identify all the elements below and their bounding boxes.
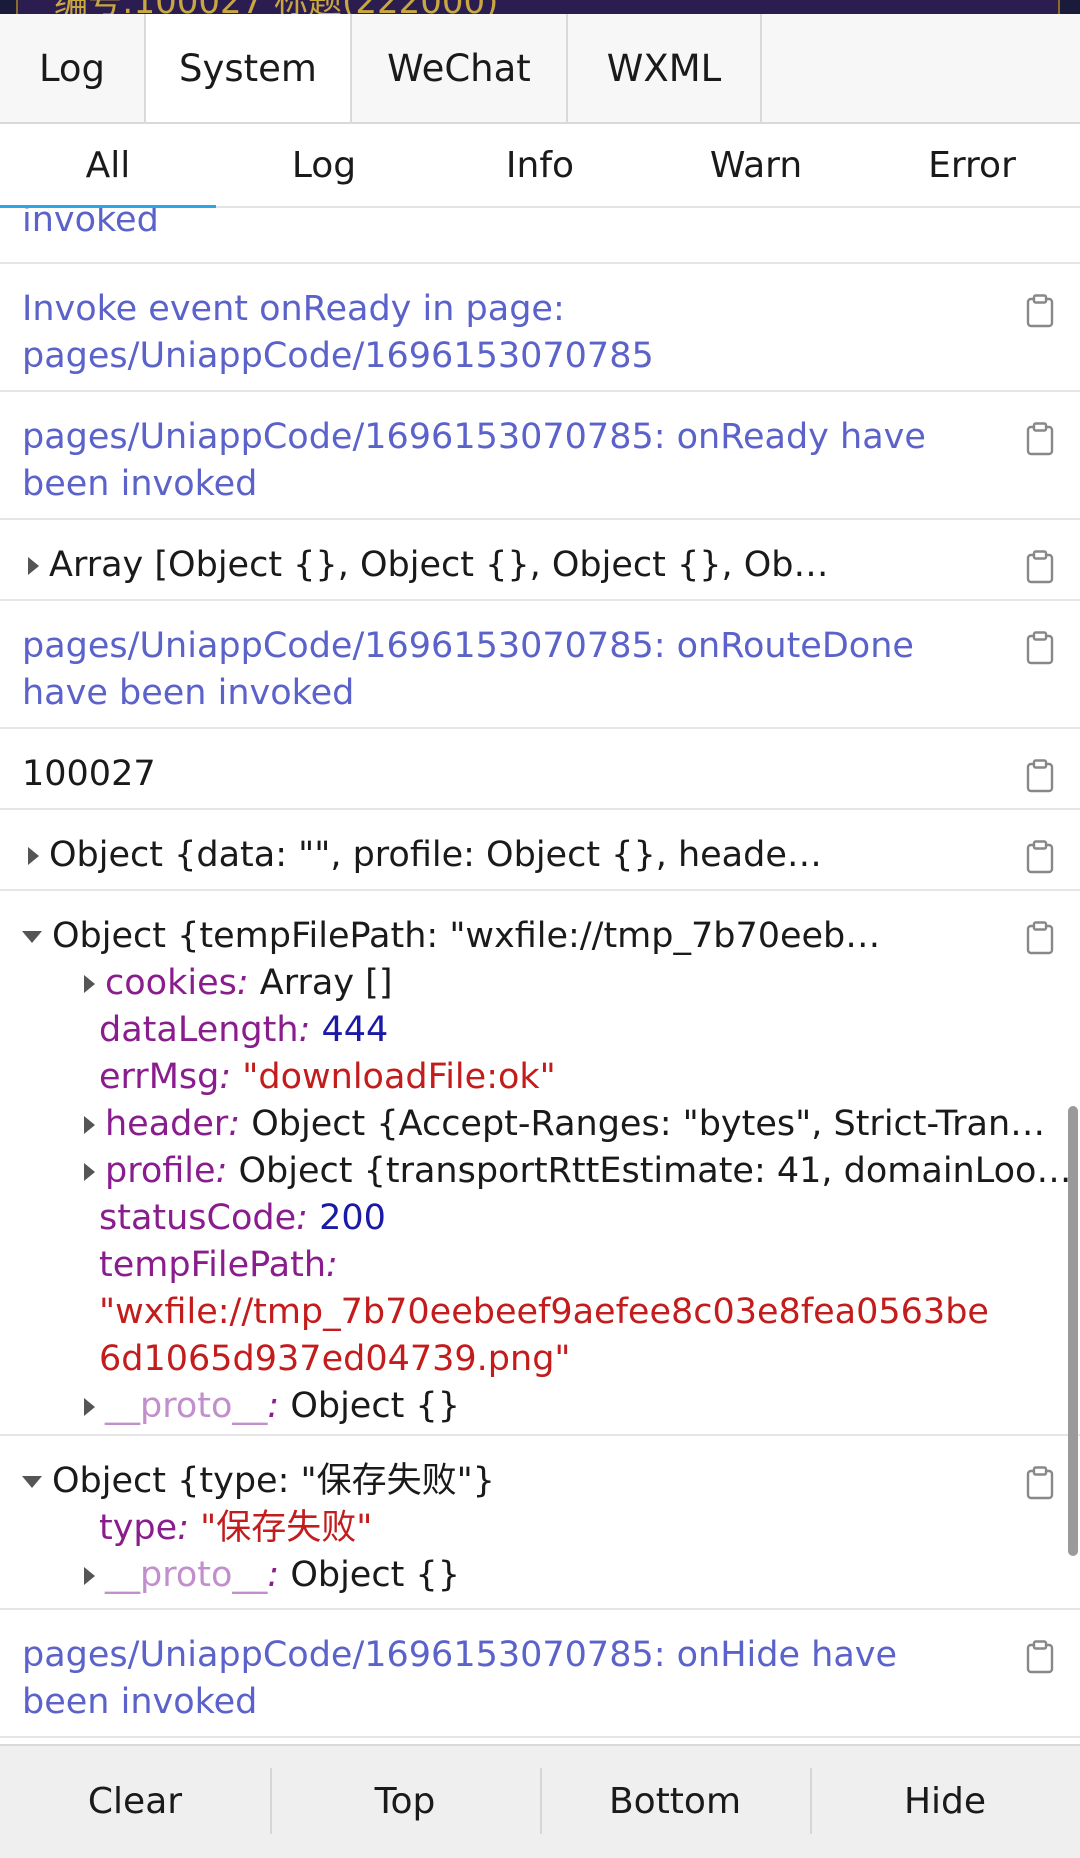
clipboard-icon[interactable] <box>1026 921 1054 955</box>
prop-row[interactable]: cookies: Array [] <box>22 960 990 1007</box>
clipboard-icon[interactable] <box>1026 759 1054 793</box>
page-header-strip: 编号:100027 标题(222000) <box>0 0 1080 14</box>
caret-down-icon[interactable] <box>22 931 42 943</box>
log-text: 100027 <box>22 754 156 794</box>
tab-wxml[interactable]: WXML <box>568 14 762 122</box>
header-strip-text: 编号:100027 标题(222000) <box>54 0 498 14</box>
caret-right-icon[interactable] <box>84 1116 95 1134</box>
log-entry: 100027 <box>0 729 1080 810</box>
log-entry: Array [Object {}, Object {}, Object {}, … <box>0 520 1080 601</box>
object-summary[interactable]: Object {tempFilePath: "wxfile://tmp_7b70… <box>22 913 990 960</box>
log-scrollbar[interactable] <box>1068 1106 1078 1556</box>
log-text: Object {data: "", profile: Object {}, he… <box>22 832 990 879</box>
log-text: pages/UniappCode/1696153070785: onHide h… <box>22 1635 898 1722</box>
caret-right-icon[interactable] <box>28 847 39 865</box>
filter-log[interactable]: Log <box>216 124 432 206</box>
tab-wechat[interactable]: WeChat <box>352 14 568 122</box>
bottom-toolbar: Clear Top Bottom Hide <box>0 1744 1080 1858</box>
tab-log[interactable]: Log <box>0 14 146 122</box>
log-text: pages/UniappCode/1696153070785: onRouteD… <box>22 626 914 713</box>
filter-info[interactable]: Info <box>432 124 648 206</box>
log-entry: Invoke event onReady in page: pages/Unia… <box>0 264 1080 392</box>
log-entry: invoked <box>0 208 1080 264</box>
log-text: invoked <box>22 208 159 240</box>
prop-row[interactable]: profile: Object {transportRttEstimate: 4… <box>22 1148 1071 1195</box>
log-entry: pages/UniappCode/1696153070785: onHide h… <box>0 1610 1080 1738</box>
log-text: Invoke event onReady in page: pages/Unia… <box>22 289 654 376</box>
log-entry-expanded: Object {type: "保存失败"} type: "保存失败" __pro… <box>0 1436 1080 1610</box>
caret-right-icon[interactable] <box>84 975 95 993</box>
filter-error[interactable]: Error <box>864 124 1080 206</box>
prop-row: errMsg: "downloadFile:ok" <box>99 1057 556 1097</box>
prop-row: type: "保存失败" <box>99 1508 373 1548</box>
caret-right-icon[interactable] <box>84 1163 95 1181</box>
clipboard-icon[interactable] <box>1026 422 1054 456</box>
log-text: Array [Object {}, Object {}, Object {}, … <box>22 542 990 589</box>
prop-row: dataLength: 444 <box>99 1010 389 1050</box>
prop-row[interactable]: __proto__: Object {} <box>22 1383 990 1430</box>
log-list[interactable]: invoked Invoke event onReady in page: pa… <box>0 208 1080 1744</box>
caret-right-icon[interactable] <box>84 1398 95 1416</box>
clipboard-icon[interactable] <box>1026 550 1054 584</box>
scroll-bottom-button[interactable]: Bottom <box>540 1746 810 1856</box>
caret-right-icon[interactable] <box>28 557 39 575</box>
temp-file-path-value: "wxfile://tmp_7b70eebeef9aefee8c03e8fea0… <box>99 1292 989 1379</box>
log-level-filters: All Log Info Warn Error <box>0 124 1080 208</box>
clipboard-icon[interactable] <box>1026 840 1054 874</box>
prop-row: statusCode: 200 <box>99 1198 386 1238</box>
tab-system[interactable]: System <box>146 14 352 122</box>
prop-row[interactable]: header: Object {Accept-Ranges: "bytes", … <box>22 1101 1045 1148</box>
prop-row: tempFilePath: <box>99 1245 338 1285</box>
log-entry: pages/UniappCode/1696153070785: onRouteD… <box>0 601 1080 729</box>
filter-warn[interactable]: Warn <box>648 124 864 206</box>
prop-row[interactable]: __proto__: Object {} <box>22 1552 990 1599</box>
log-entry: pages/UniappCode/1696153070785: onReady … <box>0 392 1080 520</box>
scroll-top-button[interactable]: Top <box>270 1746 540 1856</box>
filter-all[interactable]: All <box>0 124 216 208</box>
log-entry: Object {data: "", profile: Object {}, he… <box>0 810 1080 891</box>
clipboard-icon[interactable] <box>1026 1466 1054 1500</box>
log-entry-expanded: Object {tempFilePath: "wxfile://tmp_7b70… <box>0 891 1080 1436</box>
clipboard-icon[interactable] <box>1026 294 1054 328</box>
clear-button[interactable]: Clear <box>0 1746 270 1856</box>
clipboard-icon[interactable] <box>1026 1640 1054 1674</box>
caret-down-icon[interactable] <box>22 1476 42 1488</box>
log-text: pages/UniappCode/1696153070785: onReady … <box>22 417 926 504</box>
caret-right-icon[interactable] <box>84 1567 95 1585</box>
clipboard-icon[interactable] <box>1026 631 1054 665</box>
hide-button[interactable]: Hide <box>810 1746 1080 1856</box>
object-summary[interactable]: Object {type: "保存失败"} <box>22 1458 990 1505</box>
panel-tabs: Log System WeChat WXML <box>0 14 1080 124</box>
